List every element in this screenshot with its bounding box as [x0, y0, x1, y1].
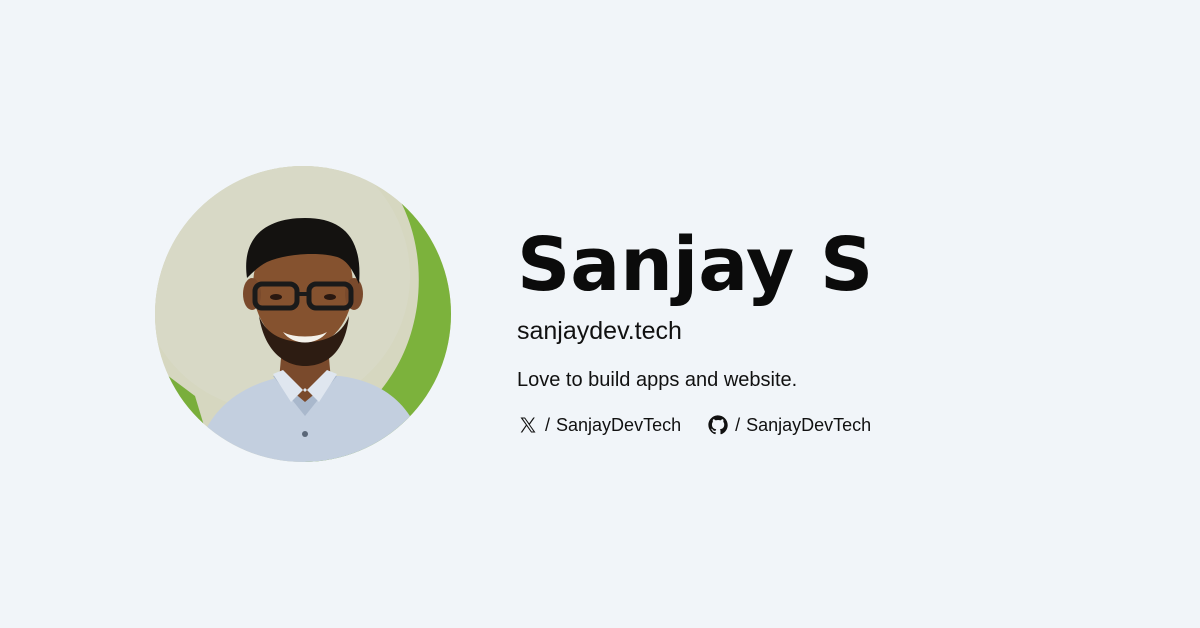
profile-info: Sanjay S sanjaydev.tech Love to build ap…	[517, 222, 1157, 436]
social-separator: /	[735, 414, 741, 435]
social-link-github[interactable]: / SanjayDevTech	[707, 414, 871, 436]
social-links: / SanjayDevTech / SanjayDevTech	[517, 414, 1157, 436]
social-link-x[interactable]: / SanjayDevTech	[517, 414, 681, 436]
social-handle: SanjayDevTech	[556, 414, 682, 435]
profile-tagline: Love to build apps and website.	[517, 369, 798, 391]
social-separator: /	[545, 414, 551, 435]
profile-name: Sanjay S	[517, 222, 874, 308]
profile-card: Sanjay S sanjaydev.tech Love to build ap…	[0, 0, 1200, 628]
x-icon	[517, 414, 539, 436]
profile-photo-icon	[155, 166, 451, 462]
github-icon	[707, 414, 729, 436]
website-link[interactable]: sanjaydev.tech	[517, 316, 1157, 346]
social-handle: SanjayDevTech	[746, 414, 872, 435]
avatar	[155, 166, 451, 462]
